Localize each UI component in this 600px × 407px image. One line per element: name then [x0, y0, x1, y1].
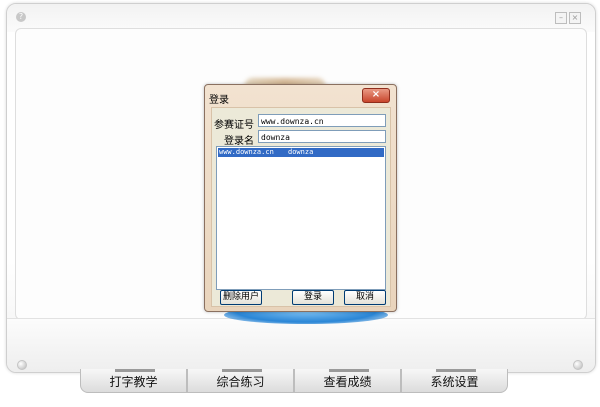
- user-list[interactable]: www.downza.cn downza: [216, 146, 386, 290]
- dialog-body: 参赛证号 www.downza.cn 登录名 downza www.downza…: [211, 107, 391, 307]
- tab-notch: [329, 369, 369, 372]
- list-item[interactable]: www.downza.cn downza: [218, 148, 384, 157]
- tab-practice[interactable]: 综合练习: [187, 369, 294, 393]
- dialog-title: 登录: [209, 95, 229, 106]
- exam-id-input[interactable]: www.downza.cn: [258, 114, 386, 127]
- dialog-close-button[interactable]: ×: [362, 88, 390, 103]
- delete-user-button[interactable]: 删除用户: [220, 290, 262, 305]
- exam-id-label: 参赛证号: [214, 120, 254, 131]
- tab-label: 系统设置: [430, 375, 479, 389]
- cancel-button[interactable]: 取消: [344, 290, 386, 305]
- login-button[interactable]: 登录: [292, 290, 334, 305]
- login-dialog: 登录 × 参赛证号 www.downza.cn 登录名 downza www.d…: [204, 84, 397, 312]
- tab-label: 打字教学: [109, 375, 158, 389]
- tab-notch: [115, 369, 155, 372]
- tab-settings[interactable]: 系统设置: [401, 369, 508, 393]
- bottom-band: [7, 318, 595, 372]
- rivet-icon: [17, 360, 27, 370]
- rivet-icon: [573, 360, 583, 370]
- tab-label: 综合练习: [216, 375, 265, 389]
- tab-label: 查看成绩: [323, 375, 372, 389]
- tab-scores[interactable]: 查看成绩: [294, 369, 401, 393]
- list-item-login-name: downza: [288, 148, 314, 156]
- close-window-button[interactable]: ×: [569, 12, 581, 24]
- list-item-exam-id: www.downza.cn: [219, 148, 274, 156]
- help-icon[interactable]: ?: [16, 12, 26, 22]
- tab-notch: [222, 369, 262, 372]
- bottom-nav: 打字教学 综合练习 查看成绩 系统设置: [80, 369, 510, 393]
- minimize-button[interactable]: –: [555, 12, 567, 24]
- tab-notch: [436, 369, 476, 372]
- tab-typing-tutorial[interactable]: 打字教学: [80, 369, 187, 393]
- login-name-input[interactable]: downza: [258, 130, 386, 143]
- login-name-label: 登录名: [224, 136, 254, 147]
